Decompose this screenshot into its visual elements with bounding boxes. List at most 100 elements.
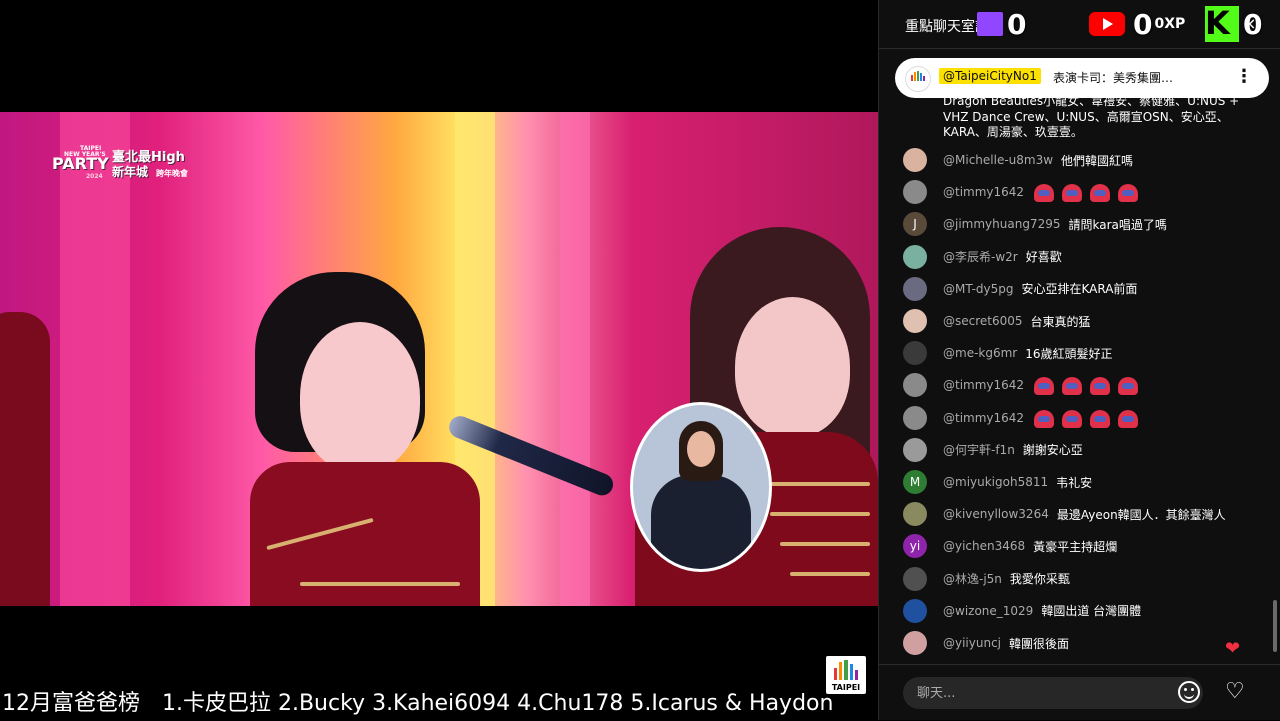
- avatar[interactable]: yi: [903, 534, 927, 559]
- message-text: 最邊Ayeon韓國人．其餘臺灣人: [1056, 507, 1226, 522]
- message-author[interactable]: @yichen3468: [943, 539, 1025, 553]
- message-author[interactable]: @yiiyuncj: [943, 636, 1001, 650]
- costume-braid: [300, 582, 460, 586]
- pinned-author[interactable]: @TaipeiCityNo1: [939, 68, 1041, 84]
- chat-message[interactable]: @wizone_1029 韓國出道 台灣團體: [903, 597, 1141, 625]
- message-text: 好喜歡: [1025, 250, 1062, 265]
- donor-ticker: 12月富爸爸榜 1.卡皮巴拉 2.Bucky 3.Kahei6094 4.Chu…: [2, 691, 834, 716]
- kick-icon: K: [1205, 4, 1239, 42]
- message-text: 黃豪平主持超爛: [1033, 539, 1118, 554]
- avatar[interactable]: [903, 244, 927, 269]
- message-text: 台東真的猛: [1030, 314, 1091, 329]
- xp-label: 0XP: [1154, 16, 1186, 32]
- heart-emote-icon: [1032, 181, 1056, 203]
- avatar[interactable]: [903, 276, 927, 301]
- message-text: 安心亞排在KARA前面: [1021, 282, 1138, 297]
- video-player[interactable]: TAIPEI NEW YEAR'S PARTY 2024 臺北最High 新年城…: [0, 0, 878, 720]
- message-author[interactable]: @Michelle-u8m3w: [943, 153, 1053, 167]
- logo-bars: [834, 660, 859, 680]
- message-author[interactable]: @kivenyllow3264: [943, 507, 1049, 521]
- event-logo-text: 臺北最High: [112, 150, 185, 165]
- message-author[interactable]: @MT-dy5pg: [943, 282, 1014, 296]
- avatar[interactable]: [903, 598, 927, 623]
- chat-message[interactable]: J @jimmyhuang7295 請問kara唱過了嗎: [903, 210, 1167, 238]
- costume-braid: [770, 482, 870, 486]
- avatar[interactable]: [903, 341, 927, 366]
- message-author[interactable]: @me-kg6mr: [943, 346, 1017, 360]
- message-author[interactable]: @林逸-j5n: [943, 570, 1002, 587]
- avatar[interactable]: [903, 405, 927, 430]
- chat-message[interactable]: @timmy1642: [903, 404, 1140, 432]
- pinned-message-text: 表演卡司：美秀集團…: [1053, 71, 1174, 85]
- performer-right-face: [735, 297, 850, 437]
- message-author[interactable]: @miyukigoh5811: [943, 475, 1048, 489]
- chat-message[interactable]: M @miyukigoh5811 韦礼安: [903, 468, 1092, 496]
- message-author[interactable]: @timmy1642: [943, 185, 1024, 199]
- chat-scrollbar[interactable]: [1273, 600, 1277, 652]
- emote-group: [1032, 374, 1140, 396]
- like-button-icon[interactable]: ♡: [1225, 681, 1245, 703]
- avatar[interactable]: J: [903, 212, 927, 237]
- chat-input[interactable]: [903, 677, 1203, 709]
- close-icon[interactable]: ×: [1243, 14, 1256, 33]
- chat-message[interactable]: @林逸-j5n 我愛你采甄: [903, 565, 1070, 593]
- chat-message[interactable]: @secret6005 台東真的猛: [903, 307, 1091, 335]
- message-author[interactable]: @何宇軒-f1n: [943, 441, 1015, 458]
- emote-group: [1032, 407, 1140, 429]
- message-author[interactable]: @李辰希-w2r: [943, 248, 1018, 265]
- message-text: 韓國出道 台灣團體: [1041, 604, 1142, 619]
- message-author[interactable]: @timmy1642: [943, 378, 1024, 392]
- avatar[interactable]: M: [903, 470, 927, 494]
- costume-braid: [790, 572, 870, 576]
- message-author[interactable]: @wizone_1029: [943, 604, 1033, 618]
- message-author[interactable]: @jimmyhuang7295: [943, 217, 1060, 231]
- costume-braid: [770, 512, 870, 516]
- message-text: 謝謝安心亞: [1022, 443, 1083, 458]
- chat-message[interactable]: @李辰希-w2r 好喜歡: [903, 243, 1062, 271]
- chat-message[interactable]: @Michelle-u8m3w 他們韓國紅嗎: [903, 146, 1133, 174]
- pinned-message-banner[interactable]: @TaipeiCityNo1 表演卡司：美秀集團… ⋮: [895, 58, 1269, 98]
- event-logo-text: 跨年晚會: [156, 169, 188, 178]
- chat-message[interactable]: @me-kg6mr 16歲紅頭髮好正: [903, 339, 1113, 367]
- floating-heart-icon: ❤: [1225, 638, 1241, 659]
- avatar[interactable]: [903, 631, 927, 655]
- chat-message[interactable]: @timmy1642: [903, 178, 1140, 206]
- performer-left-edge: [0, 312, 50, 606]
- sign-language-interpreter: [630, 402, 772, 572]
- interpreter-face: [687, 431, 715, 467]
- avatar[interactable]: [903, 180, 927, 205]
- performer-center-face: [300, 322, 420, 472]
- pinned-message-continued: Dragon Beauties小龍女、韋禮安、蔡健雅、U:NUS + VHZ D…: [943, 94, 1240, 139]
- avatar[interactable]: [903, 437, 927, 462]
- heart-emote-icon: [1060, 374, 1084, 396]
- chat-message[interactable]: @timmy1642: [903, 371, 1140, 399]
- message-text: 韦礼安: [1056, 475, 1093, 490]
- avatar[interactable]: [903, 502, 927, 527]
- live-chat-panel: 重點聊天室訊息 0 0 0XP K 0 × @TaipeiCityNo1 表演卡…: [878, 0, 1280, 720]
- chat-message[interactable]: @kivenyllow3264 最邊Ayeon韓國人．其餘臺灣人: [903, 500, 1226, 528]
- message-text: 韓團很後面: [1009, 636, 1070, 651]
- heart-emote-icon: [1088, 407, 1112, 429]
- stage-light: [60, 112, 130, 606]
- pinned-author-avatar: [905, 66, 931, 92]
- message-author[interactable]: @secret6005: [943, 314, 1023, 328]
- heart-emote-icon: [1116, 407, 1140, 429]
- chat-message[interactable]: @MT-dy5pg 安心亞排在KARA前面: [903, 275, 1137, 303]
- chat-message[interactable]: @yiiyuncj 韓團很後面: [903, 629, 1069, 657]
- chat-message[interactable]: @何宇軒-f1n 謝謝安心亞: [903, 436, 1083, 464]
- message-text: 我愛你采甄: [1009, 572, 1070, 587]
- avatar[interactable]: [903, 566, 927, 591]
- emoji-button-icon[interactable]: [1178, 681, 1200, 703]
- message-text: 請問kara唱過了嗎: [1068, 217, 1167, 232]
- twitch-counter: 0: [977, 6, 1026, 42]
- stage-light: [560, 112, 590, 606]
- more-options-icon[interactable]: ⋮: [1235, 66, 1253, 87]
- message-text: 他們韓國紅嗎: [1061, 153, 1134, 168]
- avatar[interactable]: [903, 148, 927, 172]
- avatar[interactable]: [903, 309, 927, 333]
- twitch-count: 0: [1007, 7, 1027, 41]
- message-author[interactable]: @timmy1642: [943, 411, 1024, 425]
- avatar[interactable]: [903, 373, 927, 398]
- chat-message[interactable]: yi @yichen3468 黃豪平主持超爛: [903, 532, 1117, 560]
- heart-emote-icon: [1116, 181, 1140, 203]
